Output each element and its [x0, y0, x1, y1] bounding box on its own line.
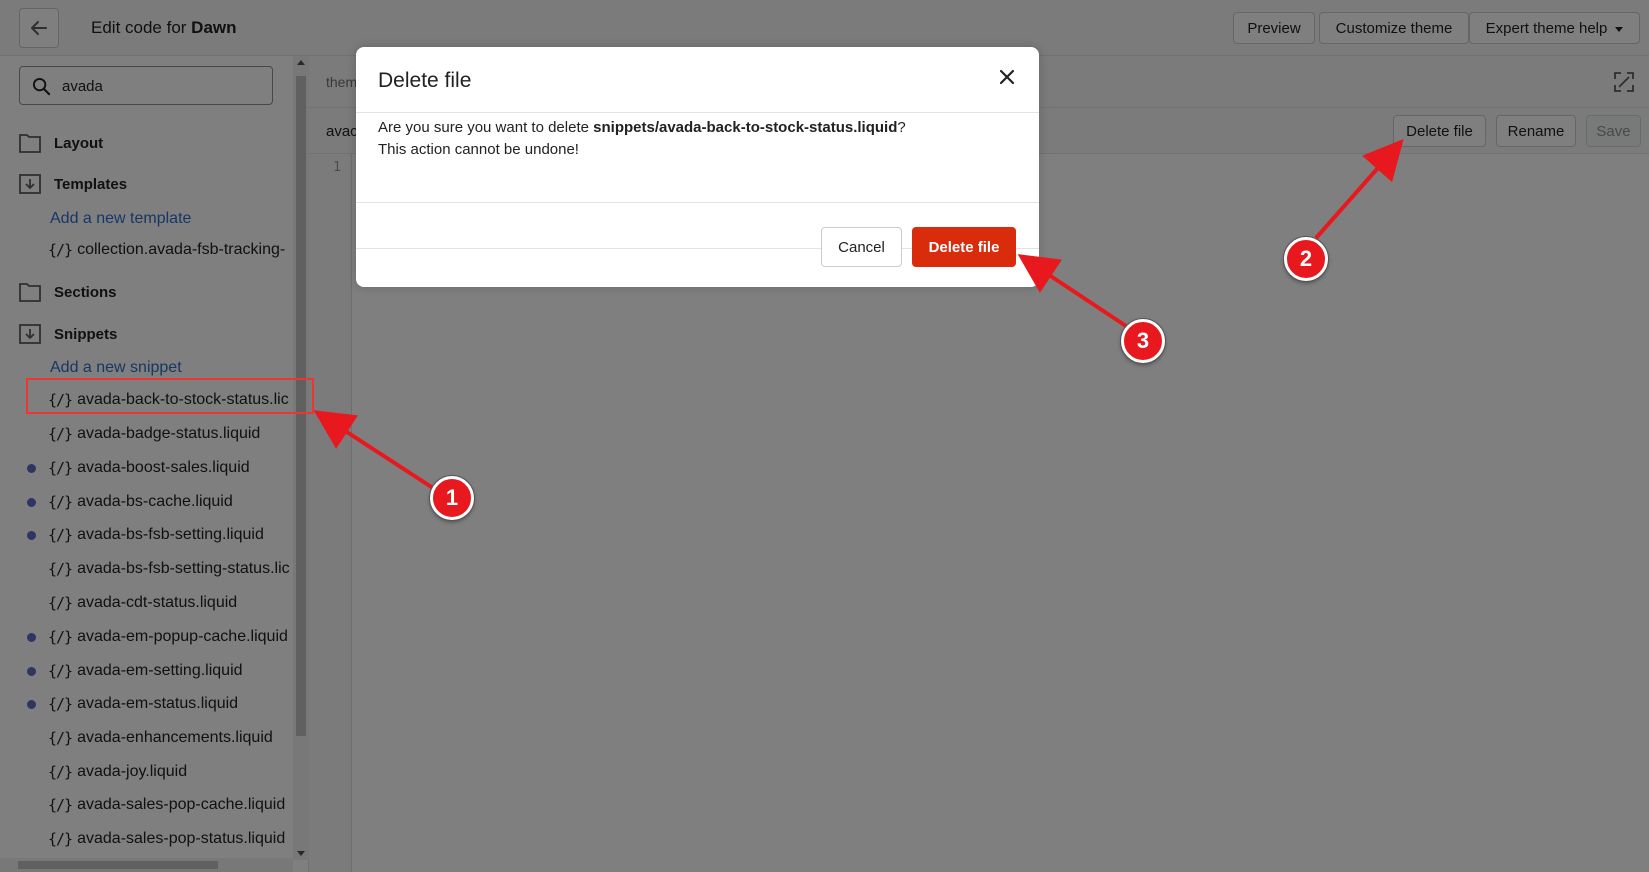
undo-warning: This action cannot be undone!	[378, 141, 579, 158]
dialog-title: Delete file	[378, 69, 472, 92]
cancel-label: Cancel	[838, 238, 885, 256]
highlight-box	[26, 378, 314, 414]
dialog-header: Delete file	[356, 47, 1039, 113]
step-2-badge: 2	[1284, 237, 1328, 281]
confirm-delete-button[interactable]: Delete file	[912, 227, 1016, 267]
delete-file-dialog: Delete file Are you sure you want to del…	[356, 47, 1039, 287]
confirm-message: Are you sure you want to delete snippets…	[378, 119, 906, 136]
step-number: 3	[1136, 328, 1150, 353]
step-number: 2	[1299, 246, 1313, 271]
confirm-prefix: Are you sure you want to delete	[378, 119, 594, 136]
step-1-badge: 1	[430, 476, 474, 520]
close-icon	[999, 69, 1015, 85]
confirm-suffix: ?	[897, 119, 906, 136]
step-number: 1	[445, 485, 459, 510]
confirm-file-path: snippets/avada-back-to-stock-status.liqu…	[593, 119, 898, 136]
step-3-badge: 3	[1121, 319, 1165, 363]
close-button[interactable]	[995, 65, 1019, 89]
confirm-delete-label: Delete file	[928, 238, 1000, 256]
cancel-button[interactable]: Cancel	[821, 227, 902, 267]
dialog-footer: Cancel Delete file	[356, 202, 1039, 287]
